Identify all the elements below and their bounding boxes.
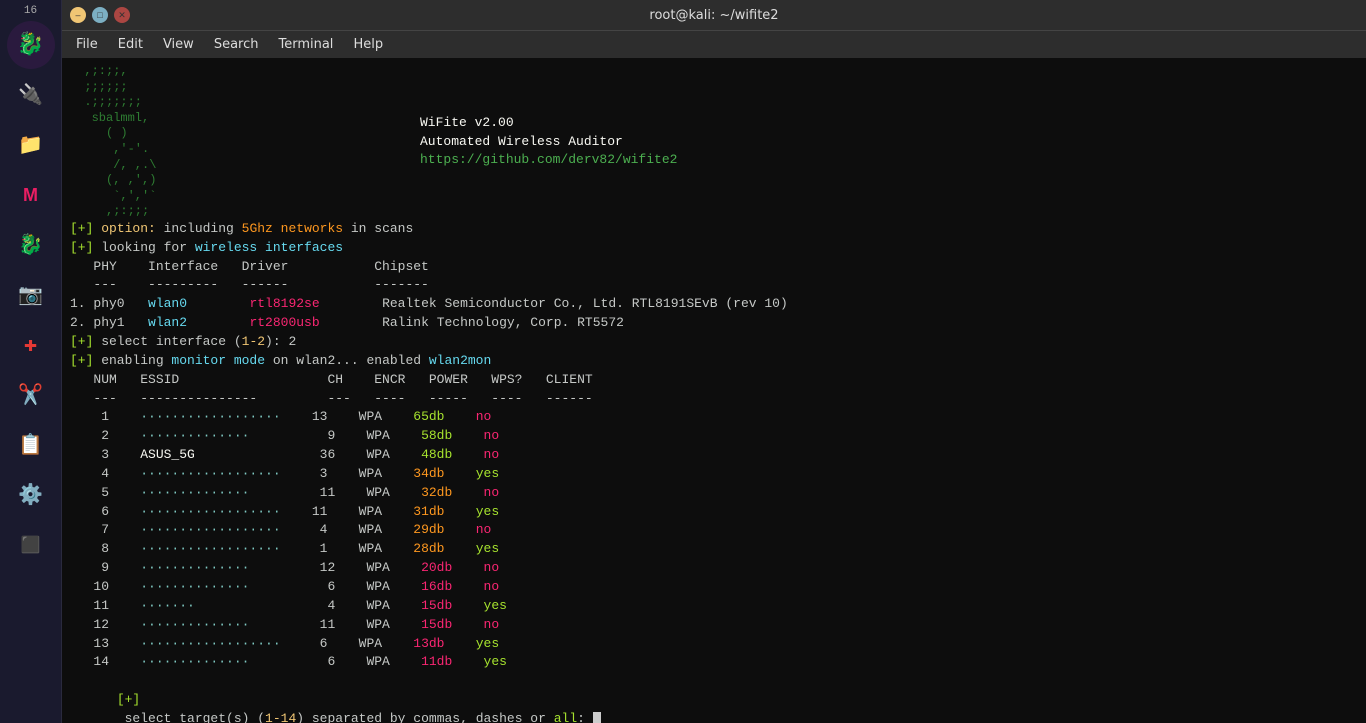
prompt-text2: ) separated by commas, dashes or [296,711,553,723]
sidebar-icon-settings[interactable]: ⚙️ [7,471,55,519]
app-url: https://github.com/derv82/wifite2 [420,151,677,170]
close-button[interactable]: ✕ [114,7,130,23]
sidebar-icon-dragon[interactable]: 🐉 [7,21,55,69]
sidebar-icon-apps[interactable]: ⬛ [7,521,55,569]
net-table-header: NUM ESSID CH ENCR POWER WPS? CLIENT [70,371,1358,390]
net-row-13: 13 ·················· 6 WPA 13db yes [70,635,1358,654]
menu-terminal[interactable]: Terminal [270,35,341,54]
prompt-colon: : [577,711,593,723]
menu-search[interactable]: Search [206,35,267,54]
window-controls: – □ ✕ [70,7,130,23]
maximize-button[interactable]: □ [92,7,108,23]
prompt-prefix: [+] [117,692,140,707]
line-wireless: [+] looking for wireless interfaces [70,239,1358,258]
sidebar-icon-network[interactable]: 🔌 [7,71,55,119]
net-row-11: 11 ······· 4 WPA 15db yes [70,597,1358,616]
sidebar: 16 🐉 🔌 📁 M 🐉 📷 ✚ ✂️ 📋 ⚙️ ⬛ [0,0,62,723]
sidebar-icon-scissors[interactable]: ✂️ [7,371,55,419]
menu-help[interactable]: Help [345,35,391,54]
sidebar-icon-add[interactable]: ✚ [7,321,55,369]
iface-divider: --- --------- ------ ------- [70,276,1358,295]
ascii-titles: WiFite v2.00 Automated Wireless Auditor … [410,64,677,220]
cursor [593,712,601,723]
sidebar-icon-m[interactable]: M [7,171,55,219]
net-row-9: 9 ·············· 12 WPA 20db no [70,559,1358,578]
menu-edit[interactable]: Edit [110,35,151,54]
prompt-all: all [554,711,577,723]
enable-monitor: [+] enabling monitor mode on wlan2... en… [70,352,1358,371]
net-row-10: 10 ·············· 6 WPA 16db no [70,578,1358,597]
window-title: root@kali: ~/wifite2 [130,8,1298,23]
net-row-6: 6 ·················· 11 WPA 31db yes [70,503,1358,522]
select-iface: [+] select interface (1-2): 2 [70,333,1358,352]
menu-bar: File Edit View Search Terminal Help [62,30,1366,58]
prompt-line[interactable]: [+] select target(s) (1-14) separated by… [70,672,1358,723]
net-row-8: 8 ·················· 1 WPA 28db yes [70,540,1358,559]
main-window: – □ ✕ root@kali: ~/wifite2 File Edit Vie… [62,0,1366,723]
app-name: WiFite v2.00 [420,114,677,133]
net-row-3: 3 ASUS_5G 36 WPA 48db no [70,446,1358,465]
prompt-range: 1-14 [265,711,296,723]
iface-row-2: 2. phy1 wlan2 rt2800usb Ralink Technolog… [70,314,1358,333]
net-row-1: 1 ·················· 13 WPA 65db no [70,408,1358,427]
app-subtitle: Automated Wireless Auditor [420,133,677,152]
iface-row-1: 1. phy0 wlan0 rtl8192se Realtek Semicond… [70,295,1358,314]
net-row-12: 12 ·············· 11 WPA 15db no [70,616,1358,635]
prompt-text: select target(s) ( [117,711,265,723]
terminal[interactable]: ,;:;;, ;;;;;; .;;;;;;; sbalmml, ( ) ,'-'… [62,58,1366,723]
sidebar-icon-clipboard[interactable]: 📋 [7,421,55,469]
iface-header: PHY Interface Driver Chipset [70,258,1358,277]
menu-view[interactable]: View [155,35,202,54]
net-row-14: 14 ·············· 6 WPA 11db yes [70,653,1358,672]
ascii-header: ,;:;;, ;;;;;; .;;;;;;; sbalmml, ( ) ,'-'… [70,64,1358,220]
line-5ghz: [+] option: including 5Ghz networks in s… [70,220,1358,239]
net-row-7: 7 ·················· 4 WPA 29db no [70,521,1358,540]
sidebar-icon-camera[interactable]: 📷 [7,271,55,319]
net-row-2: 2 ·············· 9 WPA 58db no [70,427,1358,446]
ascii-art: ,;:;;, ;;;;;; .;;;;;;; sbalmml, ( ) ,'-'… [70,64,410,220]
net-table-divider: --- --------------- --- ---- ----- ---- … [70,390,1358,409]
sidebar-icon-dragon2[interactable]: 🐉 [7,221,55,269]
net-row-4: 4 ·················· 3 WPA 34db yes [70,465,1358,484]
menu-file[interactable]: File [68,35,106,54]
sidebar-number: 16 [24,5,37,17]
sidebar-icon-files[interactable]: 📁 [7,121,55,169]
title-bar: – □ ✕ root@kali: ~/wifite2 [62,0,1366,30]
net-row-5: 5 ·············· 11 WPA 32db no [70,484,1358,503]
minimize-button[interactable]: – [70,7,86,23]
